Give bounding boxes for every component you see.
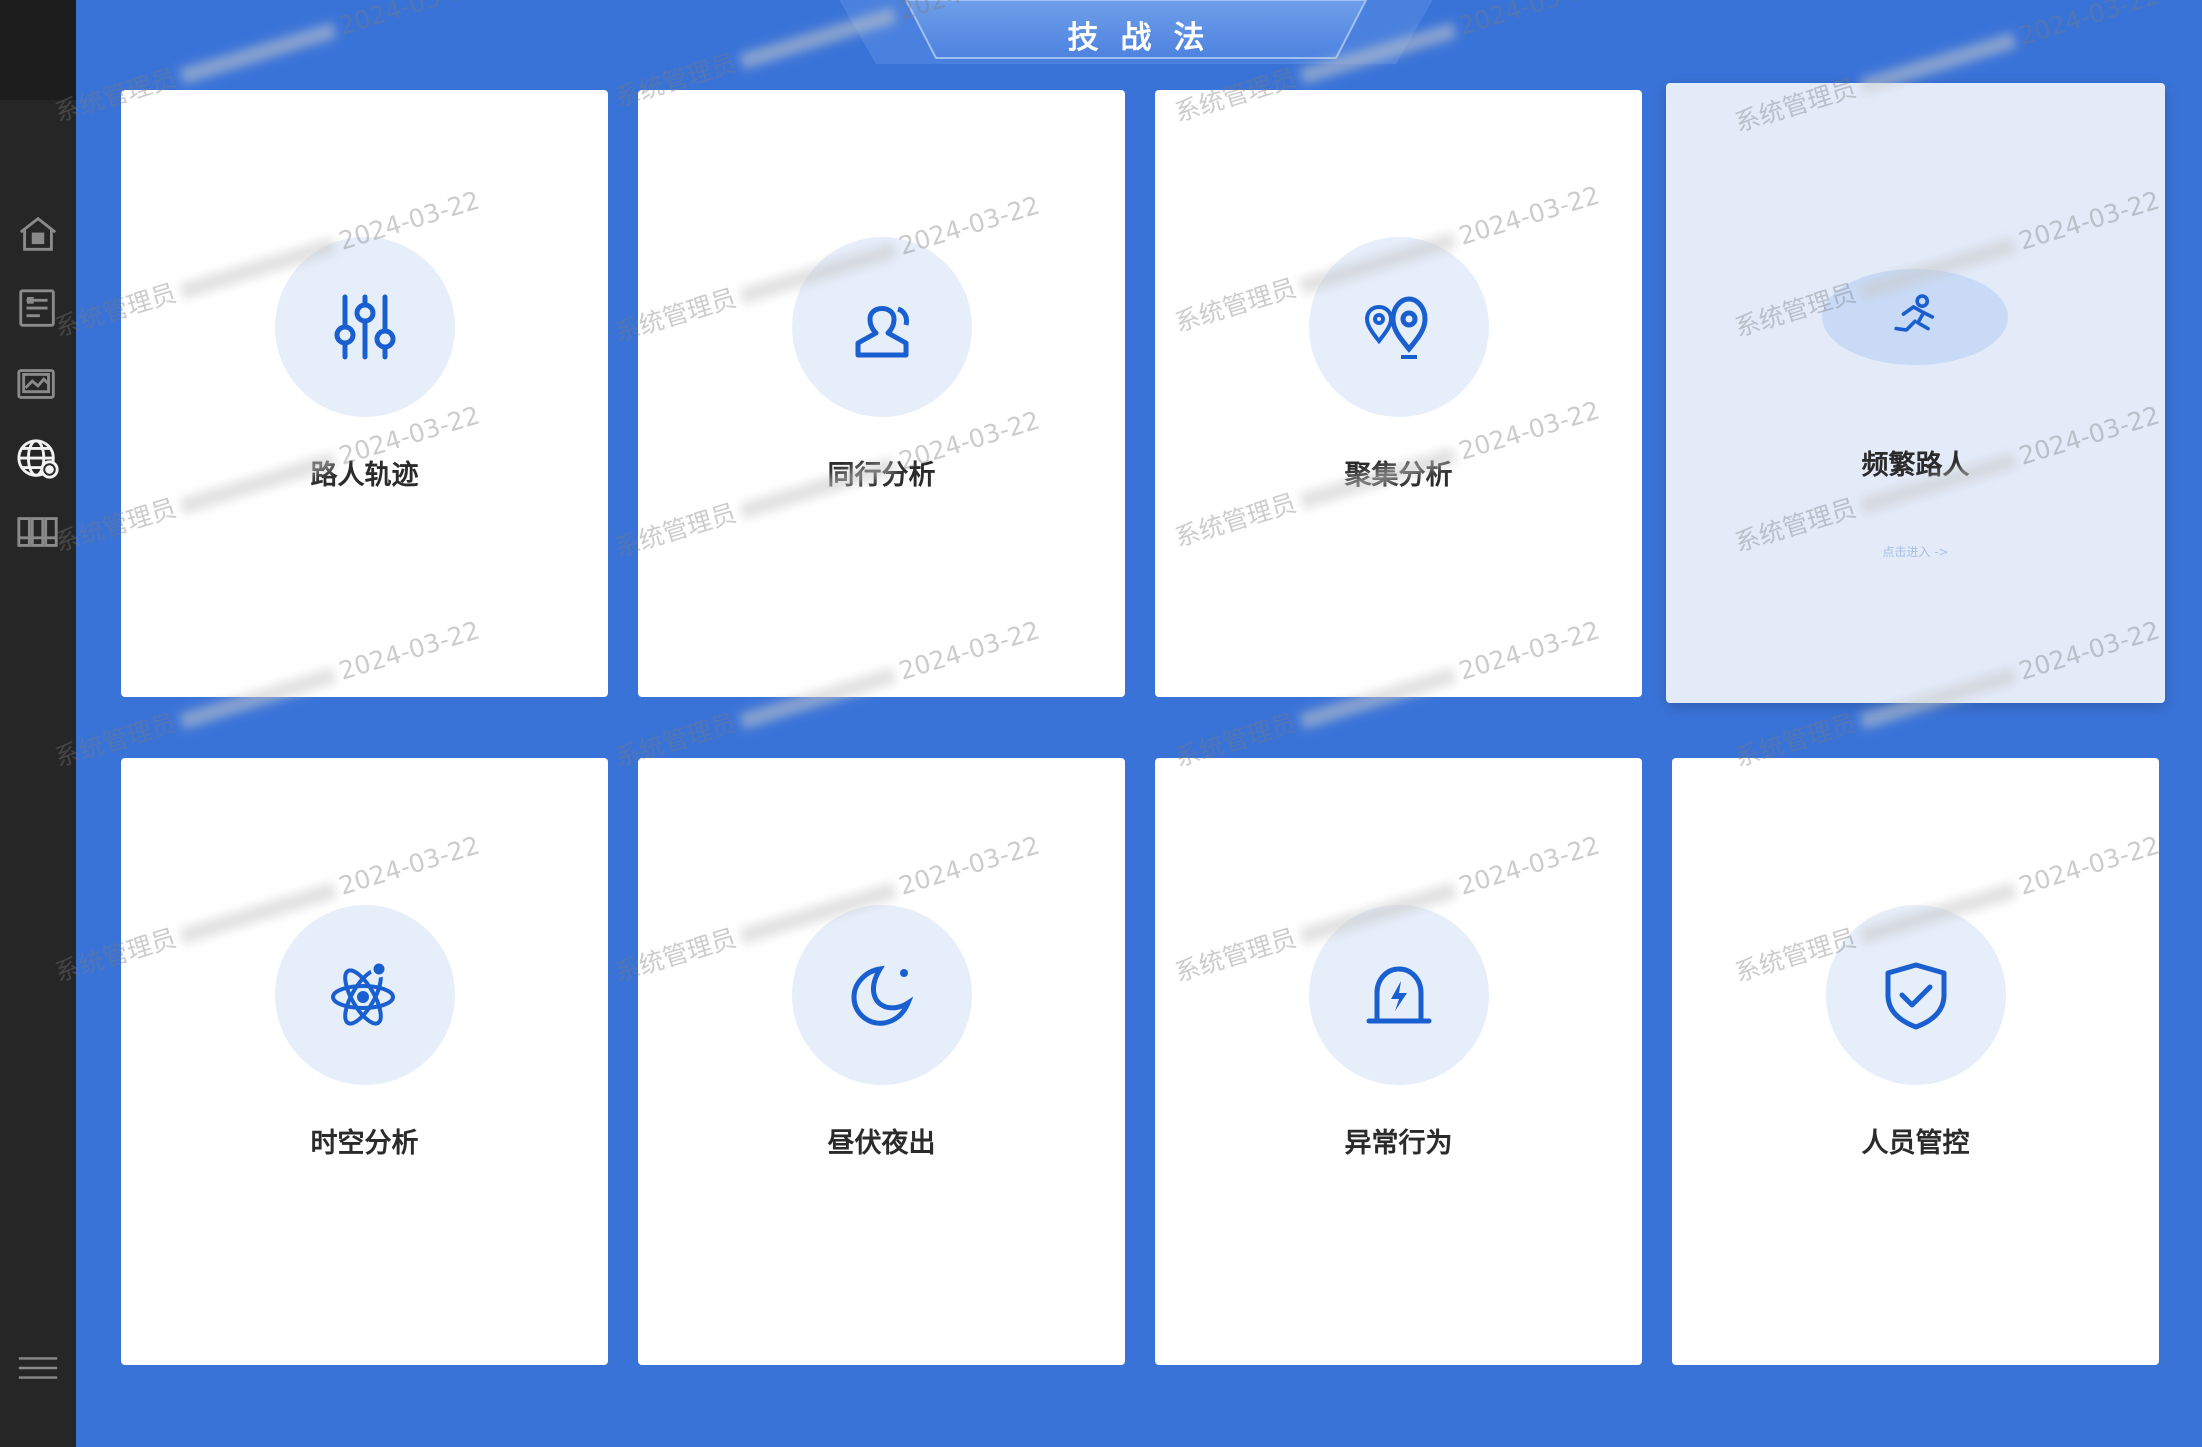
card-gathering-analysis[interactable]: 聚集分析 bbox=[1155, 90, 1642, 697]
running-person-icon bbox=[1894, 294, 1935, 332]
moon-icon bbox=[851, 965, 914, 1026]
main-area: 技战法 路人轨迹 同行分析 聚集分析 频繁路人 点击进入 -> 时空分析 昼伏夜… bbox=[76, 0, 2202, 1447]
alarm-light-icon bbox=[1366, 966, 1432, 1024]
sidebar-item-home[interactable] bbox=[14, 210, 62, 258]
icon-circle bbox=[792, 237, 972, 417]
list-icon bbox=[19, 289, 55, 327]
card-label: 同行分析 bbox=[827, 460, 936, 491]
card-abnormal-behavior[interactable]: 异常行为 bbox=[1155, 758, 1642, 1365]
card-label: 时空分析 bbox=[310, 1128, 419, 1159]
icon-circle bbox=[1309, 905, 1489, 1085]
card-pedestrian-track[interactable]: 路人轨迹 bbox=[121, 90, 608, 697]
card-companion-analysis[interactable]: 同行分析 bbox=[638, 90, 1125, 697]
sidebar bbox=[0, 0, 76, 1447]
home-icon bbox=[19, 216, 57, 251]
card-label: 频繁路人 bbox=[1861, 450, 1970, 481]
globe-eye-icon bbox=[17, 439, 59, 479]
person-icon bbox=[855, 306, 909, 358]
shield-check-icon bbox=[1885, 962, 1947, 1030]
icon-circle bbox=[1309, 237, 1489, 417]
image-frame-icon bbox=[17, 369, 55, 399]
sidebar-item-list[interactable] bbox=[14, 284, 62, 332]
card-day-hide-night-out[interactable]: 昼伏夜出 bbox=[638, 758, 1125, 1365]
sidebar-item-library[interactable] bbox=[14, 508, 62, 556]
menu-icon bbox=[18, 1357, 58, 1379]
atom-icon bbox=[331, 960, 395, 1026]
page-title: 技战法 bbox=[1067, 20, 1227, 56]
card-personnel-control[interactable]: 人员管控 bbox=[1672, 758, 2159, 1365]
sidebar-top bbox=[0, 0, 76, 100]
sliders-icon bbox=[334, 294, 396, 360]
map-pins-icon bbox=[1364, 296, 1428, 359]
library-icon bbox=[17, 517, 58, 547]
sidebar-item-gallery[interactable] bbox=[14, 360, 62, 408]
card-spatiotemporal-analysis[interactable]: 时空分析 bbox=[121, 758, 608, 1365]
icon-circle bbox=[275, 237, 455, 417]
sidebar-item-tactics[interactable] bbox=[14, 434, 62, 482]
icon-circle bbox=[1826, 905, 2006, 1085]
icon-circle bbox=[792, 905, 972, 1085]
card-label: 异常行为 bbox=[1344, 1128, 1453, 1159]
enter-hint[interactable]: 点击进入 -> bbox=[1666, 543, 2165, 560]
card-frequent-passerby[interactable]: 频繁路人 点击进入 -> bbox=[1666, 83, 2165, 703]
card-label: 聚集分析 bbox=[1344, 460, 1453, 491]
icon-circle bbox=[1822, 269, 2008, 365]
sidebar-menu-toggle[interactable] bbox=[14, 1344, 62, 1392]
card-label: 路人轨迹 bbox=[310, 460, 419, 491]
card-label: 昼伏夜出 bbox=[827, 1128, 936, 1159]
card-label: 人员管控 bbox=[1861, 1128, 1970, 1159]
icon-circle bbox=[275, 905, 455, 1085]
